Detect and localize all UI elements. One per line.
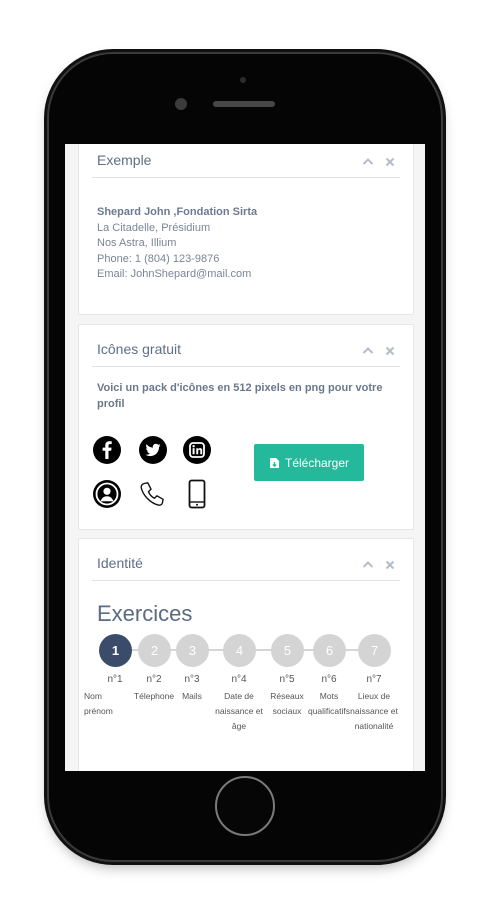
exercises-title: Exercices [97, 601, 193, 626]
facebook-icon[interactable] [92, 435, 122, 465]
linkedin-icon[interactable] [182, 435, 212, 465]
step-7-label: Lieux de naissance et nationalité [350, 691, 398, 731]
front-camera [175, 98, 187, 110]
panel-title: Identité [97, 555, 143, 571]
earpiece-speaker [213, 101, 275, 107]
step-3-circle[interactable]: 3 [176, 634, 209, 667]
icon-pack-description: Voici un pack d'icônes en 512 pixels en … [97, 382, 383, 410]
panel-header: Exemple [92, 144, 400, 178]
panel-tools [362, 345, 396, 357]
step-1-circle[interactable]: 1 [99, 634, 132, 667]
panel-header: Icônes gratuit [92, 325, 400, 367]
panel-tools [362, 559, 396, 571]
step-4-circle[interactable]: 4 [223, 634, 256, 667]
contact-line2: Nos Astra, Illium [97, 237, 177, 249]
exemple-panel: Exemple Shepard John ,Fondation Sirta La… [78, 144, 414, 315]
panel-title: Icônes gratuit [97, 341, 182, 357]
home-button[interactable] [215, 776, 275, 836]
collapse-chevron-up-icon[interactable] [362, 345, 374, 357]
file-download-icon [269, 457, 279, 468]
contact-name: Shepard John ,Fondation Sirta [97, 206, 258, 218]
close-icon[interactable] [384, 156, 396, 168]
twitter-icon[interactable] [138, 435, 168, 465]
contact-line1: La Citadelle, Présidium [97, 221, 211, 234]
step-2-label: Télephone [133, 691, 175, 701]
step-6-label: Mots qualificatifs [307, 691, 351, 716]
step-1-label: Nom prénom [84, 691, 113, 716]
contact-phone: Phone: 1 (804) 123-9876 [97, 252, 220, 265]
download-button[interactable]: Télécharger [254, 444, 364, 481]
download-label: Télécharger [284, 455, 350, 470]
step-1-code: n°1 [107, 674, 123, 685]
phone-screen: Exemple Shepard John ,Fondation Sirta La… [65, 144, 425, 771]
step-5-circle[interactable]: 5 [271, 634, 304, 667]
identite-panel: Identité Exercices 1 n°1 Nom prénom 2 n°2 Tél… [78, 538, 414, 771]
step-5-code: n°5 [279, 674, 295, 685]
contact-email: Email: JohnShepard@mail.com [97, 268, 252, 280]
step-6-code: n°6 [321, 674, 337, 685]
step-7-circle[interactable]: 7 [358, 634, 391, 667]
close-icon[interactable] [384, 345, 396, 357]
panel-tools [362, 156, 396, 168]
panel-header: Identité [92, 539, 400, 581]
icones-panel: Icônes gratuit Voici un pack d'icônes en… [78, 324, 414, 530]
close-icon[interactable] [384, 559, 396, 571]
collapse-chevron-up-icon[interactable] [362, 559, 374, 571]
proximity-sensor [240, 77, 246, 83]
panel-title: Exemple [97, 152, 152, 168]
user-icon[interactable] [92, 479, 122, 509]
step-7-code: n°7 [366, 674, 382, 685]
step-6-circle[interactable]: 6 [313, 634, 346, 667]
step-4-label: Date de naissance et âge [215, 691, 263, 731]
step-2-code: n°2 [146, 674, 162, 685]
step-3-label: Mails [182, 691, 202, 701]
step-2-circle[interactable]: 2 [138, 634, 171, 667]
mobile-icon[interactable] [182, 479, 212, 509]
step-4-code: n°4 [231, 674, 247, 685]
contact-address: Shepard John ,Fondation Sirta La Citadel… [97, 205, 257, 283]
collapse-chevron-up-icon[interactable] [362, 156, 374, 168]
phone-icon[interactable] [137, 479, 167, 509]
step-3-code: n°3 [184, 674, 200, 685]
